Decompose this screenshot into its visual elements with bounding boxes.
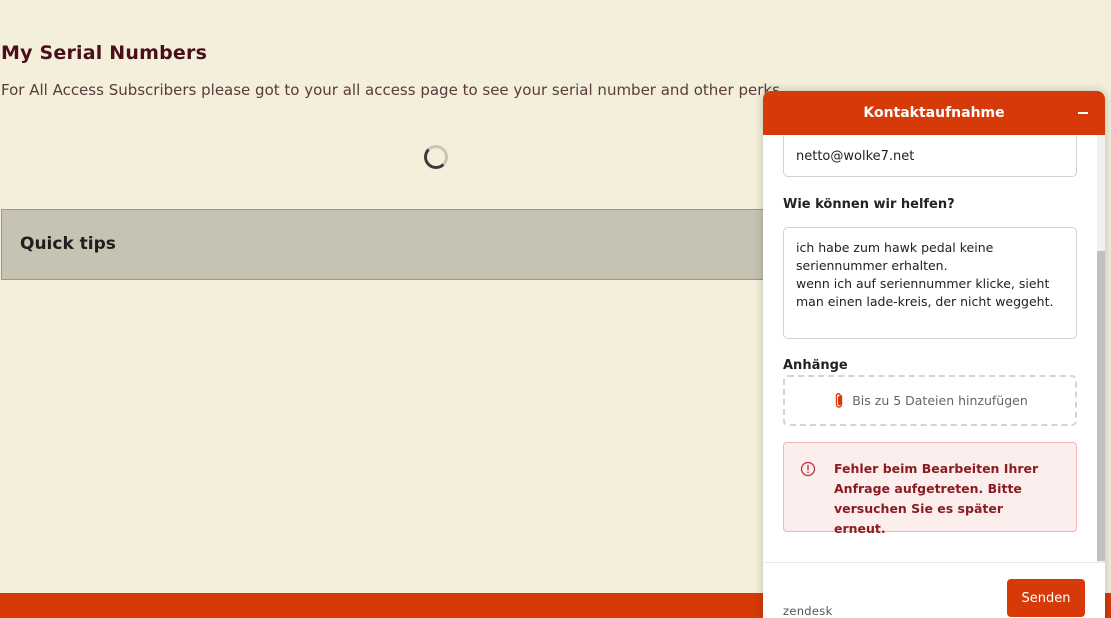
widget-title: Kontaktaufnahme bbox=[863, 105, 1005, 121]
contact-widget: Kontaktaufnahme Wie können wir helfen? i… bbox=[763, 91, 1105, 618]
loading-spinner-icon bbox=[424, 145, 448, 169]
paperclip-icon bbox=[832, 392, 846, 410]
scrollbar-thumb[interactable] bbox=[1097, 251, 1105, 561]
help-label: Wie können wir helfen? bbox=[783, 197, 955, 212]
attachments-hint: Bis zu 5 Dateien hinzufügen bbox=[852, 393, 1028, 408]
quick-tips-panel[interactable]: Quick tips bbox=[1, 209, 791, 280]
widget-footer: zendesk Senden bbox=[763, 562, 1105, 618]
page-subtitle: For All Access Subscribers please got to… bbox=[1, 81, 780, 99]
send-button[interactable]: Senden bbox=[1007, 579, 1085, 617]
attachments-label: Anhänge bbox=[783, 358, 848, 373]
attachments-dropzone[interactable]: Bis zu 5 Dateien hinzufügen bbox=[783, 375, 1077, 426]
quick-tips-label: Quick tips bbox=[20, 234, 116, 254]
error-alert-icon bbox=[800, 461, 816, 481]
widget-header: Kontaktaufnahme bbox=[763, 91, 1105, 135]
error-message: Fehler beim Bearbeiten Ihrer Anfrage auf… bbox=[834, 461, 1039, 536]
zendesk-logo[interactable]: zendesk bbox=[783, 604, 833, 618]
email-field[interactable] bbox=[783, 136, 1077, 177]
error-alert: Fehler beim Bearbeiten Ihrer Anfrage auf… bbox=[783, 442, 1077, 536]
minimize-button[interactable] bbox=[1071, 101, 1095, 125]
page-title: My Serial Numbers bbox=[1, 42, 208, 64]
minimize-icon bbox=[1078, 112, 1088, 114]
help-textarea[interactable]: ich habe zum hawk pedal keine seriennumm… bbox=[783, 227, 1077, 339]
